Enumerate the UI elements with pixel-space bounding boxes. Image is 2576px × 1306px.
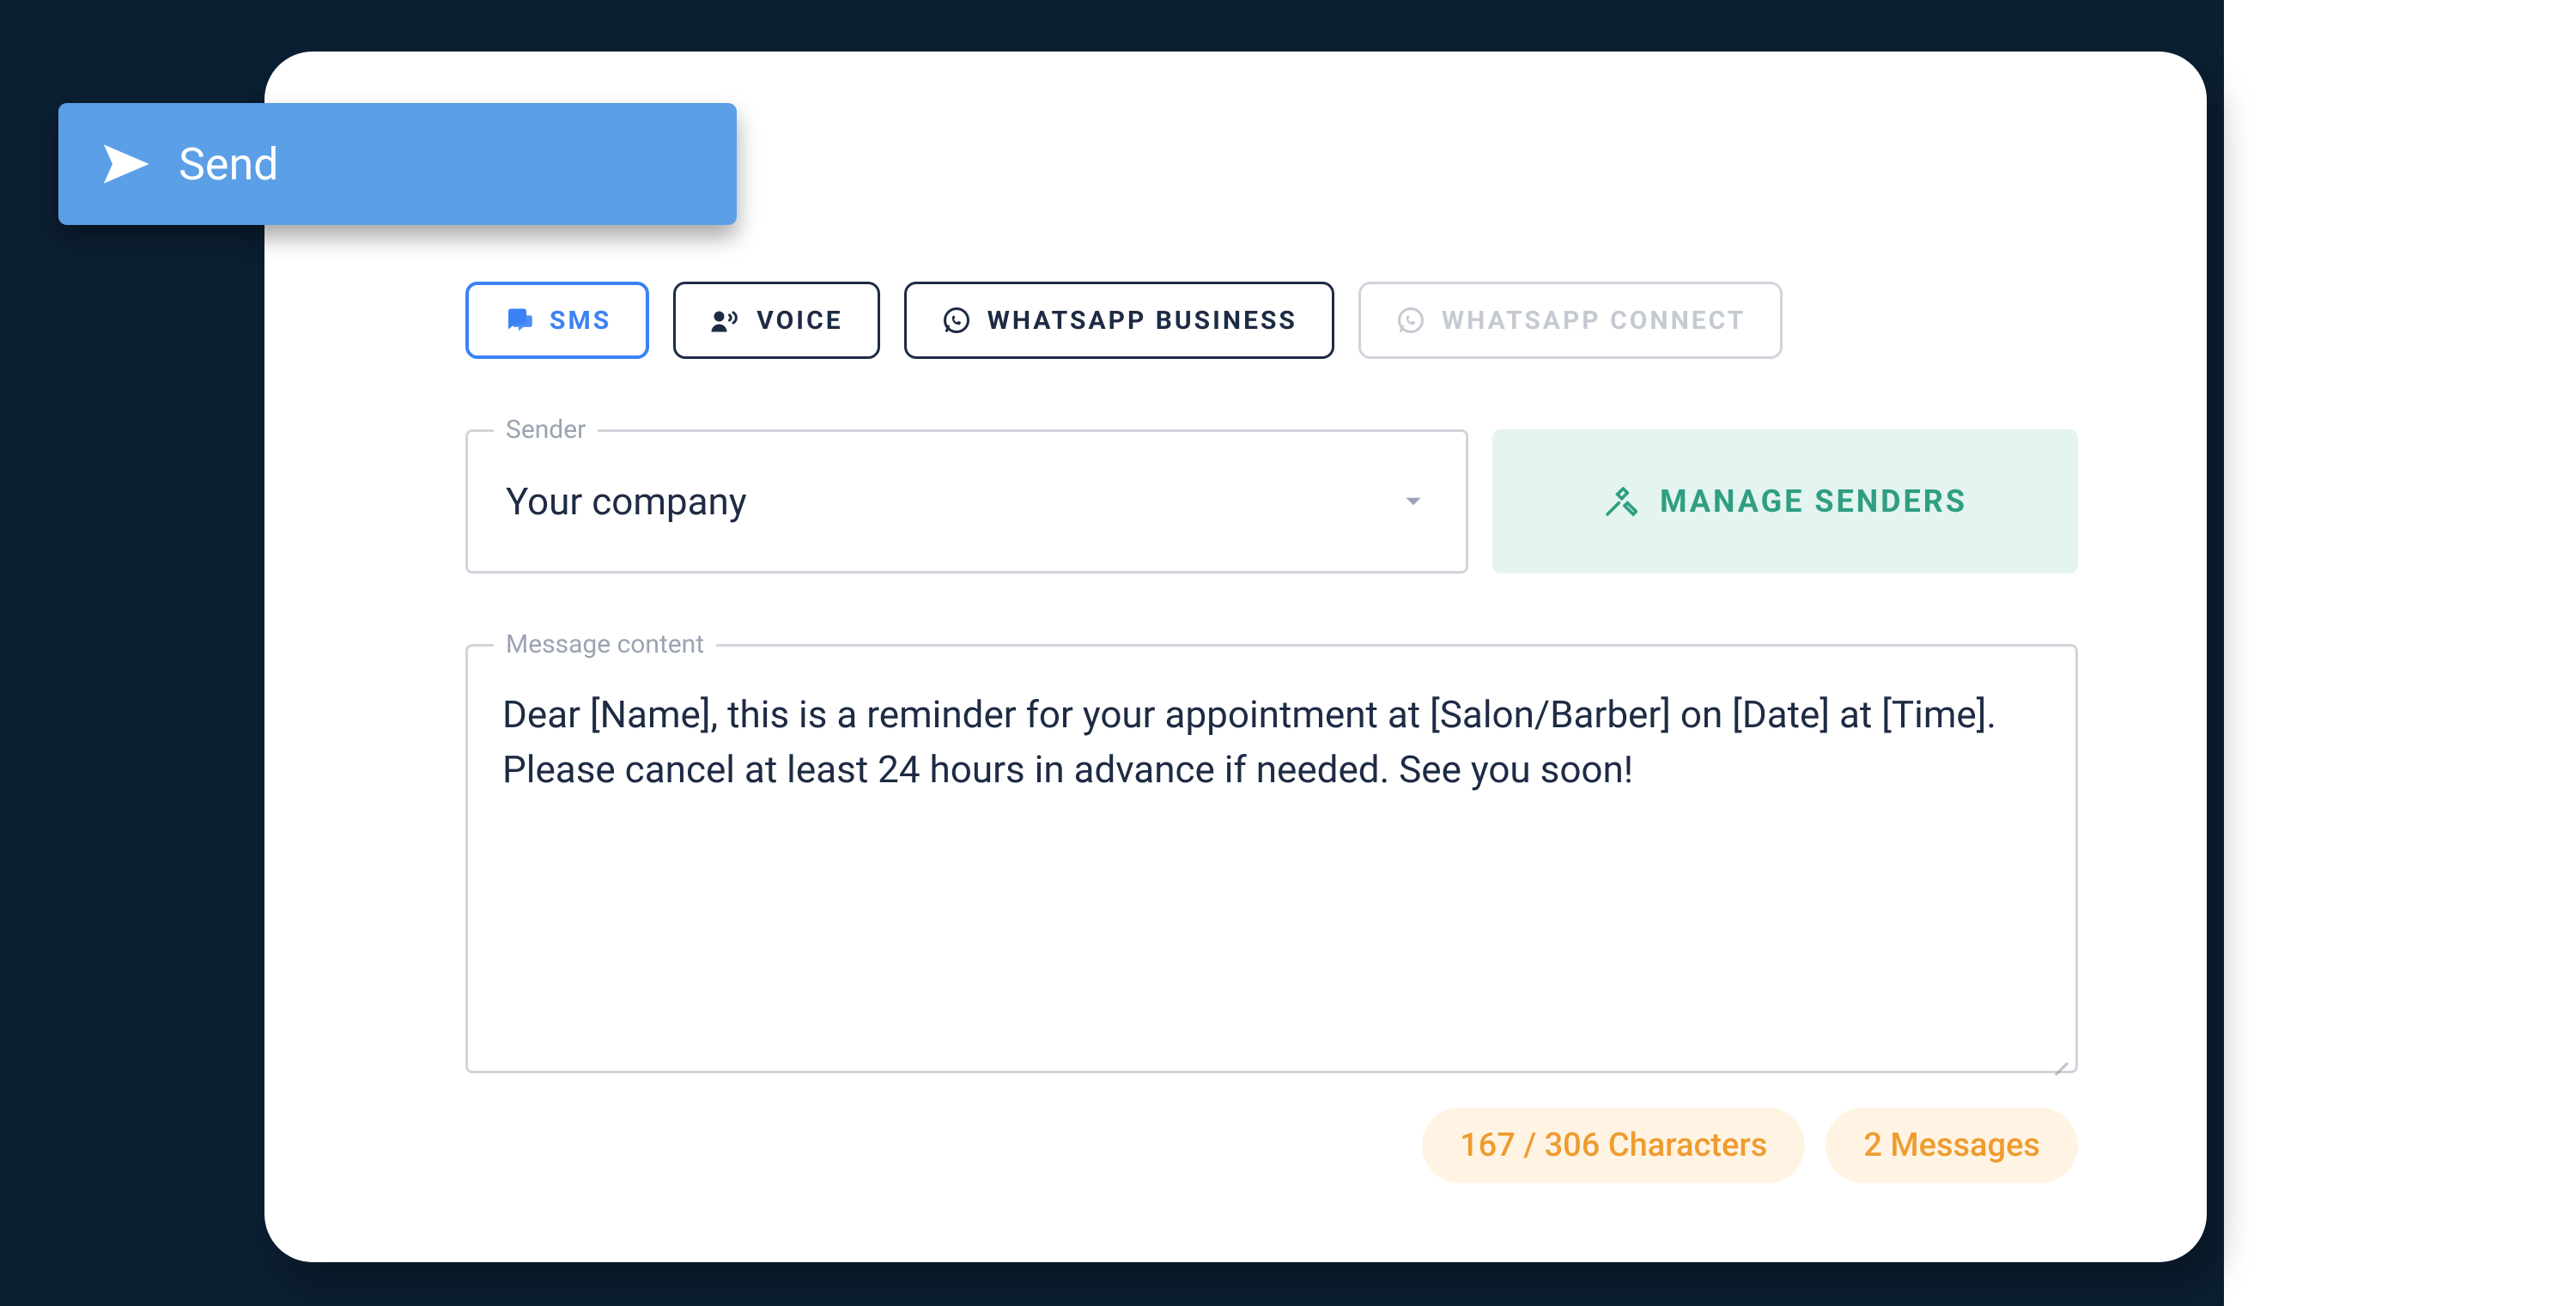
- sender-row: Sender Your company MANAGE SENDERS: [465, 429, 2078, 574]
- message-count-badge: 2 Messages: [1826, 1108, 2078, 1183]
- tab-voice-label: VOICE: [756, 306, 842, 336]
- message-text[interactable]: Dear [Name], this is a reminder for your…: [502, 688, 2041, 1054]
- sms-icon: [503, 305, 534, 336]
- channel-tabs: SMS VOICE WHATSAPP BUSINESS: [465, 282, 2078, 359]
- voice-icon: [710, 305, 741, 336]
- tab-whatsapp-business-label: WHATSAPP BUSINESS: [987, 306, 1297, 336]
- tools-icon: [1603, 484, 1637, 519]
- tab-whatsapp-business[interactable]: WHATSAPP BUSINESS: [904, 282, 1334, 359]
- tab-sms-label: SMS: [550, 306, 611, 336]
- sender-select[interactable]: Sender Your company: [465, 429, 1468, 574]
- send-button-label: Send: [179, 138, 279, 191]
- whatsapp-icon: [1395, 305, 1426, 336]
- send-icon: [100, 138, 151, 190]
- resize-handle-icon[interactable]: [2048, 1043, 2070, 1066]
- sender-legend: Sender: [494, 415, 598, 445]
- chevron-down-icon: [1399, 487, 1428, 516]
- send-button[interactable]: Send: [58, 103, 737, 225]
- compose-card: SMS VOICE WHATSAPP BUSINESS: [264, 52, 2207, 1262]
- message-content-field[interactable]: Message content Dear [Name], this is a r…: [465, 644, 2078, 1073]
- message-legend: Message content: [494, 629, 716, 659]
- character-count-badge: 167 / 306 Characters: [1422, 1108, 1805, 1183]
- tab-voice[interactable]: VOICE: [673, 282, 879, 359]
- tab-sms[interactable]: SMS: [465, 282, 649, 359]
- whatsapp-icon: [941, 305, 972, 336]
- tab-whatsapp-connect: WHATSAPP CONNECT: [1358, 282, 1783, 359]
- card-content: SMS VOICE WHATSAPP BUSINESS: [465, 282, 2078, 1183]
- tab-whatsapp-connect-label: WHATSAPP CONNECT: [1442, 306, 1746, 336]
- manage-senders-label: MANAGE SENDERS: [1660, 483, 1967, 519]
- manage-senders-button[interactable]: MANAGE SENDERS: [1492, 429, 2078, 574]
- message-stats: 167 / 306 Characters 2 Messages: [465, 1108, 2078, 1183]
- sender-value: Your company: [506, 479, 747, 524]
